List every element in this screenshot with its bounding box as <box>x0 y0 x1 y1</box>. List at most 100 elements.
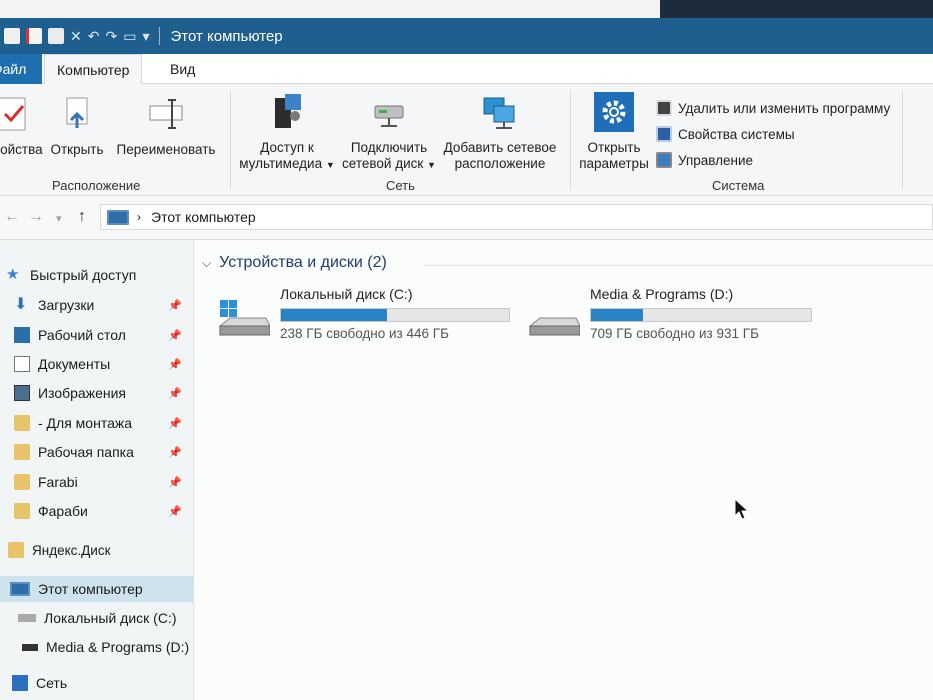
pin-icon[interactable]: 📌 <box>168 505 182 518</box>
open-settings-label-2: параметры <box>579 156 649 171</box>
section-header[interactable]: ⌵ Устройства и диски (2) <box>202 254 387 272</box>
sidebar-item-label: Рабочий стол <box>38 327 126 343</box>
pin-icon[interactable]: 📌 <box>168 299 182 312</box>
section-title: Устройства и диски (2) <box>219 254 387 271</box>
pin-icon[interactable]: 📌 <box>168 329 182 342</box>
tab-computer-label: Компьютер <box>57 62 130 78</box>
rename-qat-icon[interactable]: ▭ <box>123 27 136 45</box>
open-button[interactable]: Открыть <box>46 94 108 158</box>
sidebar-item-farabi[interactable]: Farabi 📌 <box>14 469 208 495</box>
properties-icon <box>0 97 26 131</box>
rename-button[interactable]: Переименовать <box>110 94 222 158</box>
folder-icon <box>14 503 30 519</box>
sidebar-item-yandex-disk[interactable]: Яндекс.Диск <box>8 537 202 563</box>
section-divider <box>424 265 933 266</box>
app-icon <box>4 28 20 44</box>
system-group-label: Система <box>712 178 765 193</box>
map-drive-label-2: сетевой диск <box>342 156 424 171</box>
documents-icon <box>14 356 30 372</box>
up-arrow-icon[interactable]: ↑ <box>78 208 86 226</box>
mouse-cursor-icon <box>734 498 750 520</box>
sidebar-item-label: Media & Programs (D:) <box>46 639 190 655</box>
network-group-label: Сеть <box>386 178 415 193</box>
sidebar-item-quick-access[interactable]: ★ Быстрый доступ <box>6 262 200 288</box>
recent-chevron-icon[interactable]: ▾ <box>56 212 62 225</box>
forward-arrow-icon[interactable]: → <box>28 208 44 226</box>
computer-icon <box>10 582 30 596</box>
tab-computer[interactable]: Компьютер <box>44 54 143 85</box>
sidebar-item-drive-d[interactable]: Media & Programs (D:) <box>22 634 216 660</box>
media-access-label-2: мультимедиа <box>239 156 323 171</box>
tab-view[interactable]: Вид <box>158 54 207 84</box>
folder-icon <box>14 444 30 460</box>
sidebar-item-network[interactable]: Сеть <box>12 670 206 696</box>
pin-icon[interactable]: 📌 <box>168 417 182 430</box>
add-location-label-2: расположение <box>454 156 546 171</box>
sidebar-item-farabi-ru[interactable]: Фараби 📌 <box>14 498 208 524</box>
location-group-label: Расположение <box>52 178 141 193</box>
media-access-button[interactable]: Доступ к мультимедиа ▼ <box>236 92 338 173</box>
breadcrumb-chevron-icon[interactable]: › <box>137 210 141 224</box>
manage-button[interactable]: Управление <box>656 152 753 168</box>
sidebar-item-for-editing[interactable]: - Для монтажа 📌 <box>14 410 208 436</box>
sidebar-item-label: Рабочая папка <box>38 444 134 460</box>
sidebar-item-documents[interactable]: Документы 📌 <box>14 351 208 377</box>
sidebar-item-desktop[interactable]: Рабочий стол 📌 <box>14 322 208 348</box>
redo-qat-icon[interactable]: ↷ <box>105 27 117 45</box>
drive-name: Локальный диск (C:) <box>280 286 413 302</box>
media-server-icon <box>275 94 301 128</box>
folder-icon <box>14 474 30 490</box>
delete-qat-icon[interactable]: ✕ <box>70 27 82 45</box>
pictures-icon <box>14 385 30 401</box>
system-properties-label: Свойства системы <box>678 126 795 142</box>
pin-icon[interactable]: 📌 <box>168 387 182 400</box>
pin-icon[interactable]: 📌 <box>168 446 182 459</box>
pin-icon[interactable]: 📌 <box>168 358 182 371</box>
add-network-location-button[interactable]: Добавить сетевое расположение <box>440 92 560 172</box>
dropdown-arrow-icon: ▼ <box>325 160 335 170</box>
sidebar-item-this-pc[interactable]: Этот компьютер <box>0 576 194 602</box>
properties-button[interactable]: Свойства <box>0 94 46 158</box>
title-bar: ✕ ↶ ↷ ▭ ▾ Этот компьютер <box>0 18 933 54</box>
sidebar-item-work-folder[interactable]: Рабочая папка 📌 <box>14 439 208 465</box>
drive-free-space: 709 ГБ свободно из 931 ГБ <box>590 326 759 341</box>
pin-icon[interactable]: 📌 <box>168 476 182 489</box>
map-drive-button[interactable]: Подключить сетевой диск ▼ <box>338 92 440 173</box>
manage-label: Управление <box>678 152 754 168</box>
computer-icon <box>107 209 129 225</box>
background-strip <box>0 0 933 18</box>
tab-file[interactable]: Файл <box>0 54 42 84</box>
sidebar-item-label: Загрузки <box>38 297 95 313</box>
sidebar-item-label: Сеть <box>36 675 68 691</box>
computer-manage-icon <box>656 152 672 168</box>
sidebar-item-downloads[interactable]: ⬇ Загрузки 📌 <box>14 292 208 318</box>
uninstall-label: Удалить или изменить программу <box>678 100 891 116</box>
uninstall-program-button[interactable]: Удалить или изменить программу <box>656 100 890 116</box>
sidebar-item-label: Изображения <box>38 385 126 401</box>
back-arrow-icon[interactable]: ← <box>4 208 20 226</box>
drive-usage-bar <box>280 308 510 322</box>
rename-label: Переименовать <box>116 142 216 157</box>
open-settings-button[interactable]: Открыть параметры <box>574 92 654 172</box>
address-bar: ← → ▾ ↑ › Этот компьютер <box>0 196 933 240</box>
address-field[interactable]: › Этот компьютер <box>100 204 933 230</box>
customize-qat-icon[interactable]: ▾ <box>142 27 149 45</box>
new-folder-qat-icon[interactable] <box>48 28 64 44</box>
system-properties-button[interactable]: Свойства системы <box>656 126 795 142</box>
drive-tile-d[interactable]: Media & Programs (D:) 709 ГБ свободно из… <box>528 286 858 346</box>
sidebar-item-drive-c[interactable]: Локальный диск (C:) <box>18 605 212 631</box>
download-arrow-icon: ⬇ <box>14 296 28 313</box>
breadcrumb[interactable]: Этот компьютер <box>151 209 256 225</box>
star-icon: ★ <box>6 266 20 283</box>
sidebar-item-pictures[interactable]: Изображения 📌 <box>14 380 208 406</box>
drive-tile-c[interactable]: Локальный диск (C:) 238 ГБ свободно из 4… <box>218 286 518 346</box>
properties-qat-icon[interactable] <box>26 28 42 44</box>
chevron-down-icon: ⌵ <box>202 255 212 270</box>
uninstall-icon <box>656 100 672 116</box>
checklist-icon <box>656 126 672 142</box>
sidebar-item-label: Фараби <box>38 503 88 519</box>
ribbon-tabs: Файл Компьютер Вид <box>0 54 933 85</box>
window-title: Этот компьютер <box>170 27 283 45</box>
undo-qat-icon[interactable]: ↶ <box>88 27 100 45</box>
network-icon <box>12 675 28 691</box>
